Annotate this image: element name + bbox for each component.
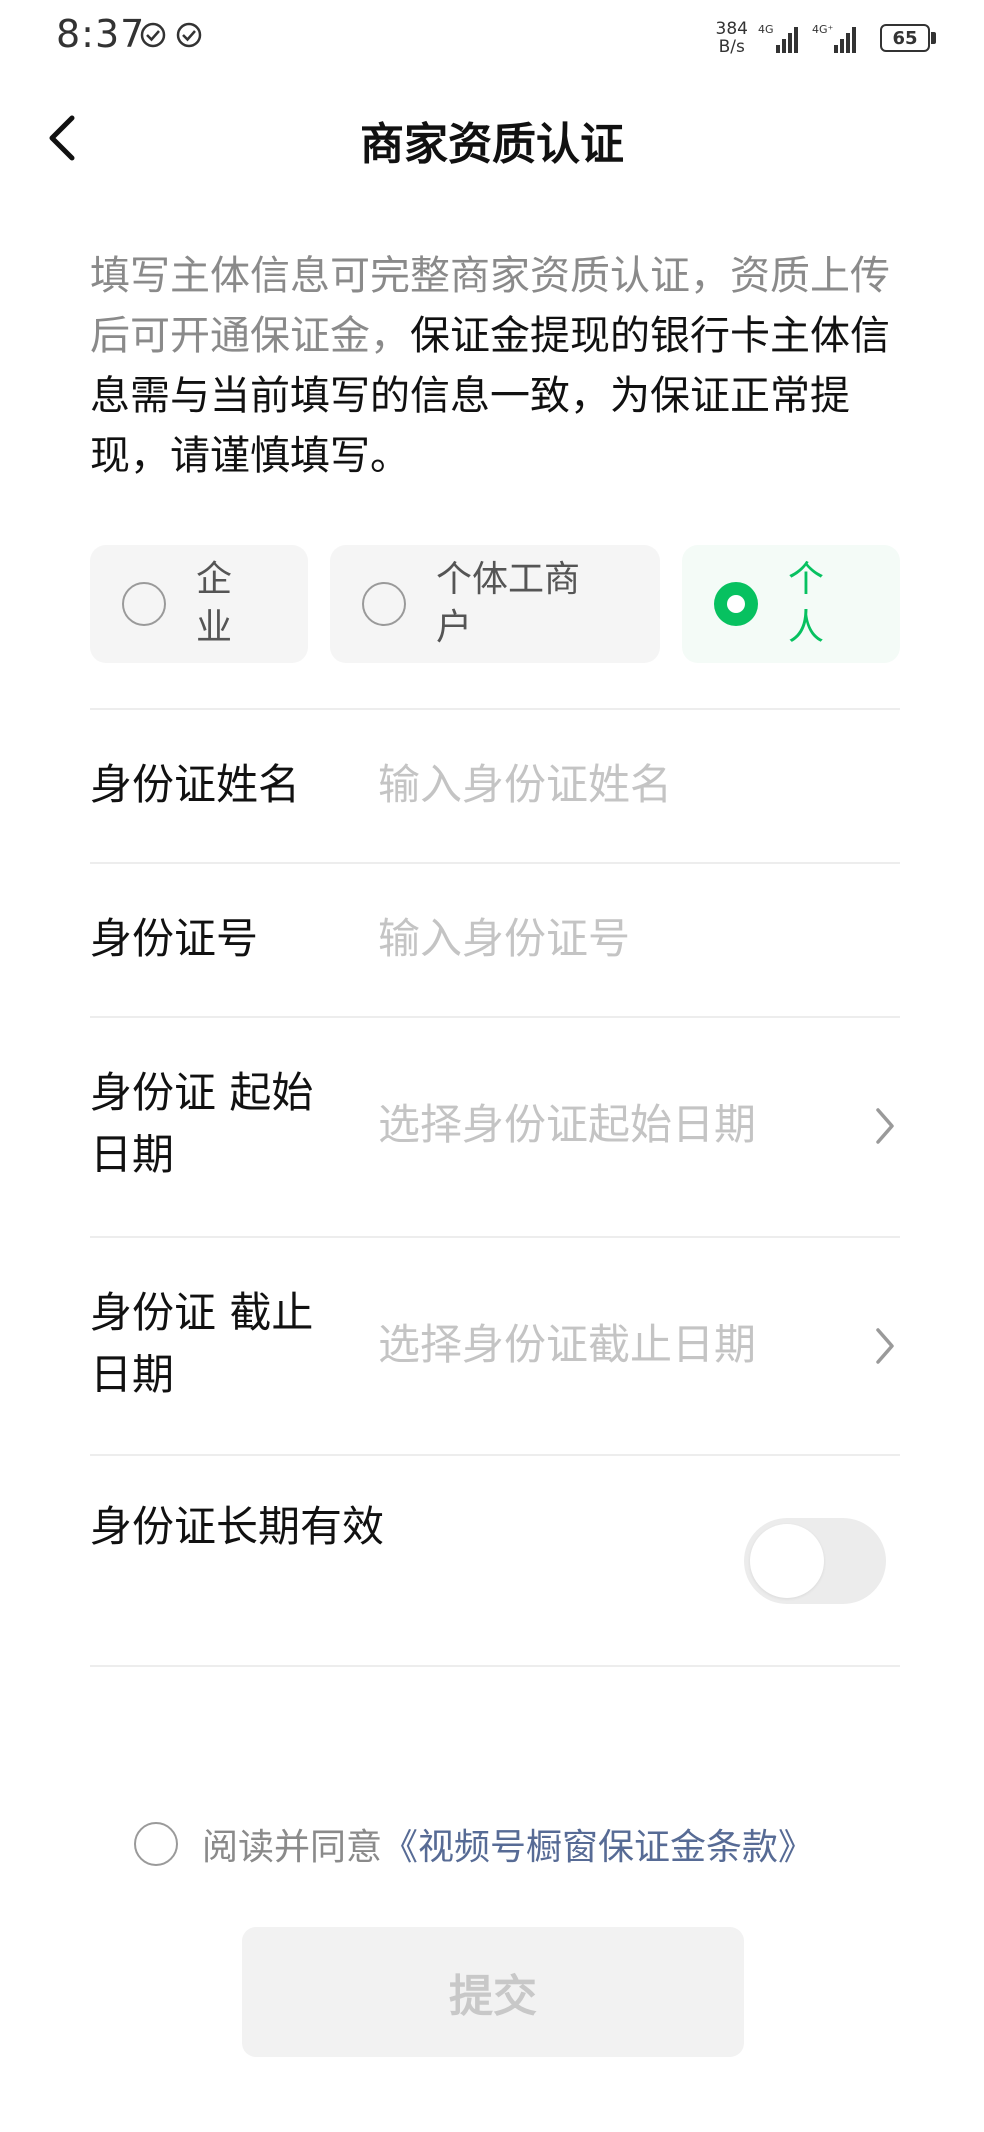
- long-term-valid-row: 身份证长期有效: [90, 1454, 900, 1665]
- entity-option-personal[interactable]: 个人: [682, 545, 900, 663]
- long-term-valid-label: 身份证长期有效: [90, 1502, 385, 1551]
- divider: [90, 1665, 900, 1667]
- check-circle-icon: [176, 22, 202, 48]
- status-bar: 8:37 384 B/s 4G 4G⁺ 65: [0, 0, 984, 80]
- entity-option-label: 企业: [196, 559, 233, 648]
- entity-option-label: 个体工商户: [436, 559, 581, 648]
- agreement-link[interactable]: 《视频号橱窗保证金条款》: [382, 1818, 814, 1870]
- status-time: 8:37: [56, 12, 146, 56]
- network-speed-unit: B/s: [718, 37, 745, 57]
- check-circle-icon: [140, 22, 166, 48]
- id-start-date-row[interactable]: 身份证 起始日期 选择身份证起始日期: [90, 1016, 900, 1236]
- battery-icon: 65: [880, 24, 936, 52]
- id-start-date-value: 选择身份证起始日期: [378, 1100, 757, 1149]
- id-number-label: 身份证号: [90, 914, 259, 963]
- id-end-date-value: 选择身份证截止日期: [378, 1320, 757, 1369]
- submit-button[interactable]: 提交: [242, 1927, 744, 2057]
- radio-icon: [362, 582, 406, 626]
- toggle-knob: [750, 1524, 824, 1598]
- battery-level: 65: [892, 27, 918, 49]
- agreement: 阅读并同意 《视频号橱窗保证金条款》: [134, 1818, 814, 1870]
- status-indicators: 384 B/s 4G 4G⁺ 65: [716, 16, 936, 60]
- id-start-date-label: 身份证 起始日期: [90, 1068, 314, 1179]
- entity-option-enterprise[interactable]: 企业: [90, 545, 308, 663]
- network-speed: 384 B/s: [716, 20, 748, 56]
- chevron-right-icon: [876, 1108, 894, 1144]
- chevron-right-icon: [876, 1328, 894, 1364]
- network-type-label: 4G: [758, 23, 774, 36]
- entity-option-label: 个人: [788, 559, 825, 648]
- agree-checkbox[interactable]: [134, 1822, 178, 1866]
- network-speed-value: 384: [715, 19, 748, 39]
- network-type-label: 4G⁺: [812, 23, 834, 36]
- id-number-input[interactable]: [378, 908, 878, 970]
- radio-icon: [122, 582, 166, 626]
- signal-icon: 4G: [758, 23, 798, 53]
- id-end-date-label: 身份证 截止日期: [90, 1288, 314, 1399]
- agreement-prefix: 阅读并同意: [202, 1827, 383, 1868]
- radio-selected-icon: [714, 582, 758, 626]
- id-name-input[interactable]: [378, 754, 878, 816]
- id-end-date-row[interactable]: 身份证 截止日期 选择身份证截止日期: [90, 1236, 900, 1454]
- entity-type-selector: 企业 个体工商户 个人: [90, 545, 900, 663]
- id-name-row: 身份证姓名: [90, 708, 900, 862]
- signal-icon: 4G⁺: [812, 23, 856, 53]
- id-number-row: 身份证号: [90, 862, 900, 1016]
- entity-option-individual-business[interactable]: 个体工商户: [330, 545, 660, 663]
- page-title: 商家资质认证: [360, 119, 624, 170]
- description-text: 填写主体信息可完整商家资质认证，资质上传后可开通保证金，保证金提现的银行卡主体信…: [90, 246, 890, 486]
- id-name-label: 身份证姓名: [90, 760, 301, 809]
- nav-bar: 商家资质认证: [0, 90, 984, 186]
- long-term-valid-toggle[interactable]: [744, 1518, 886, 1604]
